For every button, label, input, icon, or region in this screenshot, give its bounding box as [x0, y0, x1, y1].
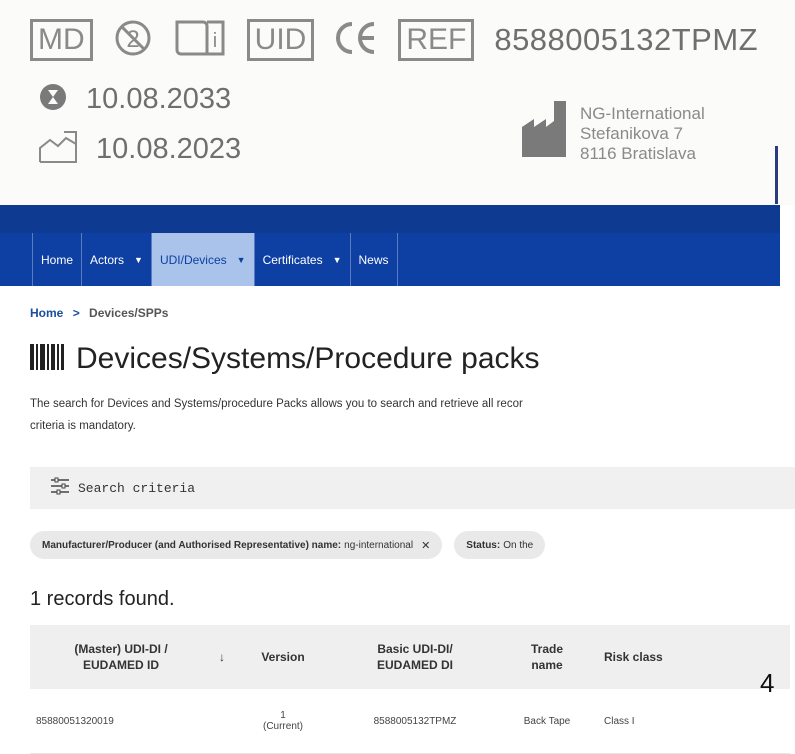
version-number: 1: [280, 710, 286, 721]
active-filters: Manufacturer/Producer (and Authorised Re…: [30, 531, 557, 559]
filter-key: Manufacturer/Producer (and Authorised Re…: [42, 539, 342, 551]
chevron-down-icon: ▼: [236, 254, 246, 265]
page-title-row: Devices/Systems/Procedure packs: [30, 342, 540, 376]
breadcrumb-separator: >: [72, 306, 80, 320]
breadcrumb-home[interactable]: Home: [30, 306, 63, 320]
header-line: Trade: [530, 642, 563, 656]
main-nav: Home Actors ▼ UDI/Devices ▼ Certificates…: [0, 233, 780, 286]
manufacturer-name: NG-International: [580, 104, 705, 123]
ref-symbol: REF: [398, 19, 475, 61]
search-criteria-label: Search criteria: [78, 480, 196, 496]
breadcrumb-current: Devices/SPPs: [89, 306, 169, 320]
filter-key: Status:: [466, 539, 501, 551]
table-row[interactable]: 85880051320019 1 (Current) 8588005132TPM…: [30, 689, 790, 754]
md-symbol: MD: [30, 19, 93, 61]
filter-value: ng-international: [344, 539, 414, 551]
header-line: EUDAMED DI: [376, 658, 453, 672]
nav-item-certificates[interactable]: Certificates ▼: [253, 233, 350, 286]
nav-item-label: Home: [41, 252, 74, 267]
header-line: name: [531, 658, 563, 672]
close-icon[interactable]: ✕: [421, 539, 430, 552]
column-header-trade-name[interactable]: Trade name: [496, 625, 598, 689]
manufacture-date: 10.08.2023: [96, 133, 242, 165]
column-header-version[interactable]: Version: [232, 625, 334, 689]
barcode-icon: [30, 343, 64, 375]
column-header-udi[interactable]: (Master) UDI-DI / EUDAMED ID: [30, 625, 212, 689]
ce-mark-icon: [334, 18, 378, 63]
manufacture-date-row: 10.08.2023: [38, 130, 241, 169]
page-title: Devices/Systems/Procedure packs: [76, 342, 540, 375]
hourglass-icon: [38, 82, 68, 117]
search-criteria-toggle[interactable]: Search criteria: [30, 467, 795, 509]
nav-item-udi-devices[interactable]: UDI/Devices ▼: [150, 233, 254, 286]
label-symbols-row: MD 2 i UID REF 8588005132TPMZ: [30, 16, 758, 64]
header-line: (Master) UDI-DI /: [74, 642, 168, 656]
table-header-row: (Master) UDI-DI / EUDAMED ID ↓ Version B…: [30, 625, 790, 689]
breadcrumb: Home > Devices/SPPs: [30, 306, 168, 320]
nav-item-label: Certificates: [262, 252, 323, 267]
description-line: criteria is mandatory.: [30, 420, 136, 432]
sort-arrow-icon[interactable]: ↓: [212, 625, 232, 689]
manufacture-date-icon: [38, 130, 78, 169]
site-header-band: [0, 205, 780, 233]
description-line: The search for Devices and Systems/proce…: [30, 398, 523, 410]
results-table: (Master) UDI-DI / EUDAMED ID ↓ Version B…: [30, 625, 790, 754]
svg-text:i: i: [212, 30, 216, 52]
chevron-down-icon: ▼: [134, 254, 143, 265]
nav-item-label: UDI/Devices: [159, 252, 227, 267]
product-label: MD 2 i UID REF 8588005132TPMZ: [0, 0, 795, 205]
filter-chip-manufacturer: Manufacturer/Producer (and Authorised Re…: [30, 531, 443, 559]
filter-value: On the: [503, 539, 534, 551]
sliders-icon: [50, 477, 70, 500]
cell-udi[interactable]: 85880051320019: [30, 689, 212, 754]
ref-code: 8588005132TPMZ: [494, 22, 759, 57]
records-count: 1 records found.: [30, 588, 175, 610]
consult-instructions-icon: i: [173, 18, 227, 63]
nav-item-home[interactable]: Home: [32, 233, 81, 286]
cell-empty: [212, 689, 232, 754]
manufacturer-city: 8116 Bratislava: [580, 144, 696, 163]
cell-basic-udi: 8588005132TPMZ: [334, 689, 496, 754]
factory-icon: [520, 97, 570, 164]
do-not-reuse-icon: 2: [113, 18, 153, 63]
header-line: EUDAMED ID: [82, 658, 159, 672]
expiry-date: 10.08.2033: [86, 83, 232, 115]
manufacturer-street: Stefanikova 7: [580, 124, 684, 143]
overflow-number: 4: [760, 668, 775, 698]
column-header-basic-udi[interactable]: Basic UDI-DI/ EUDAMED DI: [334, 625, 496, 689]
version-status: (Current): [262, 721, 303, 732]
manufacturer-address: NG-International Stefanikova 7 8116 Brat…: [580, 104, 705, 164]
chevron-down-icon: ▼: [332, 254, 342, 265]
nav-item-actors[interactable]: Actors ▼: [81, 233, 151, 286]
header-line: Basic UDI-DI/: [377, 642, 453, 656]
uid-symbol: UID: [246, 19, 315, 61]
nav-item-label: News: [358, 252, 389, 267]
nav-item-news[interactable]: News: [349, 233, 398, 286]
filter-chip-status: Status: On the: [454, 531, 546, 559]
cell-version: 1 (Current): [232, 689, 334, 754]
expiry-date-row: 10.08.2033: [38, 82, 231, 117]
nav-item-label: Actors: [90, 252, 125, 267]
divider-line: [775, 146, 778, 204]
page-description: The search for Devices and Systems/proce…: [30, 393, 790, 437]
cell-trade-name: Back Tape: [496, 689, 598, 754]
manufacturer-block: NG-International Stefanikova 7 8116 Brat…: [520, 97, 705, 164]
